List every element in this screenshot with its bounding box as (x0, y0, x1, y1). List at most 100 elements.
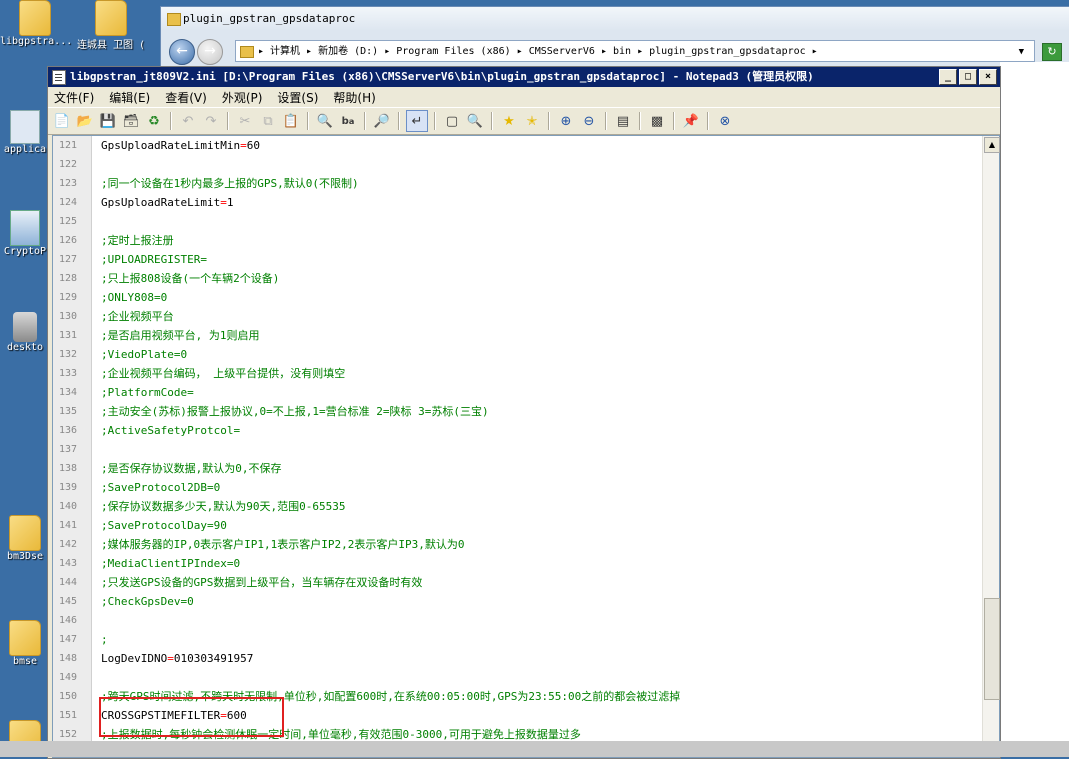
line-content: ;主动安全(苏标)报警上报协议,0=不上报,1=营台标准 2=陕标 3=苏标(三… (101, 402, 489, 421)
editor-line[interactable]: 147; (53, 630, 983, 649)
vertical-scrollbar[interactable]: ▲ (982, 136, 1000, 757)
folder-icon (167, 13, 181, 26)
menu-file[interactable]: 文件(F) (54, 89, 94, 106)
line-content: GpsUploadRateLimit=1 (101, 193, 233, 212)
close-button[interactable]: × (979, 69, 997, 85)
menu-help[interactable]: 帮助(H) (333, 89, 375, 106)
editor-line[interactable]: 123 ;同一个设备在1秒内最多上报的GPS,默认0(不限制) (53, 174, 983, 193)
zoom-find-icon[interactable]: 🔍 (465, 111, 485, 131)
chevron-down-icon[interactable]: ▼ (1019, 41, 1024, 61)
add-favorite-icon[interactable]: ✭ (522, 111, 542, 131)
editor-line[interactable]: 145 ;CheckGpsDev=0 (53, 592, 983, 611)
history-icon[interactable]: ♻ (144, 111, 164, 131)
editor-line[interactable]: 125 (53, 212, 983, 231)
folder-icon (95, 0, 127, 36)
explorer-title-bar[interactable]: plugin_gpstran_gpsdataproc (161, 7, 1069, 31)
editor-line[interactable]: 122 (53, 155, 983, 174)
editor-line[interactable]: 150 ;跨天GPS时间过滤,不跨天时无限制,单位秒,如配置600时,在系统00:… (53, 687, 983, 706)
line-number: 132 (58, 349, 77, 360)
toolbar-separator (491, 112, 493, 130)
comment-text: ;是否保存协议数据,默认为0,不保存 (101, 462, 282, 475)
line-number: 125 (58, 216, 77, 227)
address-bar[interactable]: ▸ 计算机 ▸ 新加卷 (D:) ▸ Program Files (x86) ▸… (235, 40, 1035, 62)
editor-line[interactable]: 146 (53, 611, 983, 630)
editor-line[interactable]: 134 ;PlatformCode= (53, 383, 983, 402)
editor-line[interactable]: 139 ;SaveProtocol2DB=0 (53, 478, 983, 497)
text-editor[interactable]: 121 GpsUploadRateLimitMin=60 122 123 ;同一个设备在… (52, 135, 1000, 758)
menu-edit[interactable]: 编辑(E) (109, 89, 150, 106)
goto-icon[interactable]: 🔎 (372, 111, 392, 131)
editor-line[interactable]: 127 ;UPLOADREGISTER= (53, 250, 983, 269)
close-circle-icon[interactable]: ⊗ (715, 111, 735, 131)
editor-line[interactable]: 144 ;只发送GPS设备的GPS数据到上级平台，当车辆存在双设备时有效 (53, 573, 983, 592)
editor-line[interactable]: 140 ;保存协议数据多少天,默认为90天,范围0-65535 (53, 497, 983, 516)
find-icon[interactable]: 🔍 (315, 111, 335, 131)
editor-line[interactable]: 124 GpsUploadRateLimit=1 (53, 193, 983, 212)
editor-line[interactable]: 126 ;定时上报注册 (53, 231, 983, 250)
comment-text: ;ONLY808=0 (101, 291, 168, 304)
redo-icon[interactable]: ↷ (201, 111, 221, 131)
menu-appearance[interactable]: 外观(P) (222, 89, 263, 106)
editor-line[interactable]: 128 ;只上报808设备(一个车辆2个设备) (53, 269, 983, 288)
save-all-icon[interactable]: 🗃 (121, 111, 141, 131)
editor-line[interactable]: 121 GpsUploadRateLimitMin=60 (53, 136, 983, 155)
editor-line[interactable]: 130 ;企业视频平台 (53, 307, 983, 326)
replace-icon[interactable]: ba (338, 111, 358, 131)
editor-line[interactable]: 131 ;是否启用视频平台, 为1则启用 (53, 326, 983, 345)
paste-icon[interactable]: 📋 (281, 111, 301, 131)
editor-line[interactable]: 143 ;MediaClientIPIndex=0 (53, 554, 983, 573)
forward-arrow-icon[interactable]: → (197, 39, 223, 65)
editor-line[interactable]: 149 (53, 668, 983, 687)
editor-line[interactable]: 135 ;主动安全(苏标)报警上报协议,0=不上报,1=营台标准 2=陕标 3=苏… (53, 402, 983, 421)
desktop-icon-liancheng[interactable]: 连城县 卫图 ( (76, 0, 146, 51)
menu-view[interactable]: 查看(V) (165, 89, 207, 106)
equals-sign: = (220, 709, 227, 722)
new-file-icon[interactable]: 📄 (52, 111, 72, 131)
maximize-button[interactable]: □ (959, 69, 977, 85)
line-number: 150 (58, 691, 77, 702)
pin-icon[interactable]: 📌 (681, 111, 701, 131)
editor-line[interactable]: 133 ;企业视频平台编码， 上级平台提供，没有则填空 (53, 364, 983, 383)
editor-line[interactable]: 137 (53, 440, 983, 459)
cut-icon[interactable]: ✂ (235, 111, 255, 131)
line-content: ;定时上报注册 (101, 231, 174, 250)
scheme-config-icon[interactable]: ▩ (647, 111, 667, 131)
back-arrow-icon[interactable]: ← (169, 39, 195, 65)
copy-icon[interactable]: ⧉ (258, 111, 278, 131)
scroll-up-arrow-icon[interactable]: ▲ (984, 137, 1000, 153)
line-content: ;企业视频平台编码， 上级平台提供，没有则填空 (101, 364, 345, 383)
line-number: 122 (58, 159, 77, 170)
wordwrap-icon[interactable]: ↵ (406, 110, 428, 132)
open-file-icon[interactable]: 📂 (75, 111, 95, 131)
comment-text: ;媒体服务器的IP,0表示客户IP1,1表示客户IP2,2表示客户IP3,默认为… (101, 538, 465, 551)
explorer-window: plugin_gpstran_gpsdataproc ← → ▸ 计算机 ▸ 新… (160, 6, 1069, 68)
notepad-title-bar[interactable]: libgpstran_jt809V2.ini [D:\Program Files… (48, 67, 1000, 87)
comment-text: ; (101, 633, 108, 646)
scrollbar-thumb[interactable] (984, 598, 1000, 700)
schema-icon[interactable]: ▤ (613, 111, 633, 131)
zoom-in-icon[interactable]: ⊕ (556, 111, 576, 131)
editor-line[interactable]: 132 ;ViedoPlate=0 (53, 345, 983, 364)
line-content: GpsUploadRateLimitMin=60 (101, 136, 260, 155)
select-icon[interactable]: ▢ (442, 111, 462, 131)
refresh-icon[interactable]: ↻ (1042, 43, 1062, 61)
editor-line[interactable]: 129 ;ONLY808=0 (53, 288, 983, 307)
editor-line[interactable]: 138 ;是否保存协议数据,默认为0,不保存 (53, 459, 983, 478)
save-icon[interactable]: 💾 (98, 111, 118, 131)
desktop-icon-libgpstran[interactable]: libgpstra... (0, 0, 72, 47)
editor-line[interactable]: 141 ;SaveProtocolDay=90 (53, 516, 983, 535)
editor-line[interactable]: 142 ;媒体服务器的IP,0表示客户IP1,1表示客户IP2,2表示客户IP3,… (53, 535, 983, 554)
comment-text: ;MediaClientIPIndex=0 (101, 557, 241, 570)
comment-text: ;只上报808设备(一个车辆2个设备) (101, 272, 280, 285)
editor-line[interactable]: 148 LogDevIDNO=010303491957 (53, 649, 983, 668)
undo-icon[interactable]: ↶ (178, 111, 198, 131)
editor-line[interactable]: 151 CROSSGPSTIMEFILTER=600 (53, 706, 983, 725)
zoom-out-icon[interactable]: ⊖ (579, 111, 599, 131)
editor-line[interactable]: 136 ;ActiveSafetyProtcol= (53, 421, 983, 440)
favorite-icon[interactable]: ★ (499, 111, 519, 131)
line-content: CROSSGPSTIMEFILTER=600 (101, 706, 247, 725)
line-number: 143 (58, 558, 77, 569)
toolbar-separator (548, 112, 550, 130)
minimize-button[interactable]: _ (939, 69, 957, 85)
menu-settings[interactable]: 设置(S) (277, 89, 318, 106)
